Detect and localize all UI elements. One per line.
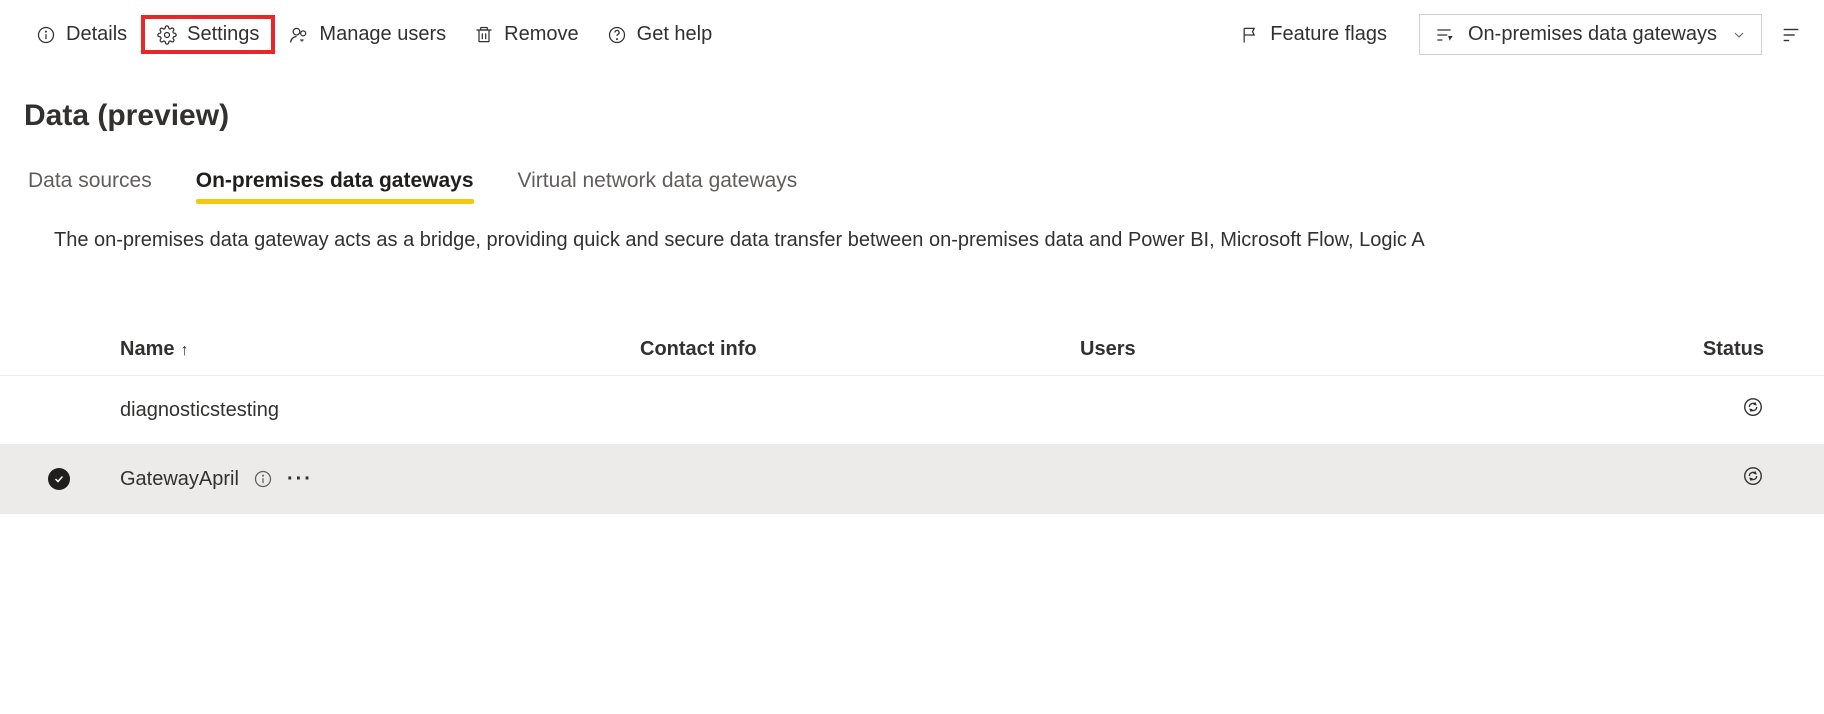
settings-button[interactable]: Settings	[141, 15, 275, 54]
remove-button[interactable]: Remove	[460, 17, 592, 52]
tab-description: The on-premises data gateway acts as a b…	[54, 229, 1824, 252]
row-selected-checkmark-icon[interactable]	[48, 468, 70, 490]
column-header-status[interactable]: Status	[1450, 338, 1824, 361]
gateways-table: Name↑ Contact info Users Status diagnost…	[0, 324, 1824, 514]
info-icon[interactable]	[253, 469, 273, 489]
gateway-name: diagnosticstesting	[120, 399, 279, 422]
flag-icon	[1240, 25, 1260, 45]
command-bar: Details Settings Manage users Remove Get…	[0, 0, 1824, 69]
view-selector[interactable]: On-premises data gateways	[1419, 14, 1762, 55]
sort-ascending-icon: ↑	[180, 342, 188, 359]
table-row[interactable]: diagnosticstesting	[0, 376, 1824, 445]
view-selector-label: On-premises data gateways	[1468, 23, 1717, 46]
tab-virtual-network-gateways[interactable]: Virtual network data gateways	[518, 169, 798, 203]
column-header-name[interactable]: Name↑	[120, 338, 640, 361]
command-bar-left: Details Settings Manage users Remove Get…	[22, 15, 726, 54]
manage-users-button[interactable]: Manage users	[275, 17, 460, 52]
page-title: Data (preview)	[24, 99, 1824, 133]
refresh-status-icon[interactable]	[1742, 465, 1764, 487]
more-actions-button[interactable]: ···	[287, 468, 313, 491]
command-bar-right: Feature flags On-premises data gateways	[1226, 14, 1802, 55]
gear-icon	[157, 25, 177, 45]
filter-list-icon	[1434, 25, 1454, 45]
tab-bar: Data sources On-premises data gateways V…	[28, 169, 1824, 203]
tab-on-premises-gateways[interactable]: On-premises data gateways	[196, 169, 474, 203]
gateway-name: GatewayApril	[120, 468, 239, 491]
feature-flags-button[interactable]: Feature flags	[1226, 17, 1401, 52]
people-icon	[289, 25, 309, 45]
details-label: Details	[66, 23, 127, 46]
get-help-button[interactable]: Get help	[593, 17, 727, 52]
get-help-label: Get help	[637, 23, 713, 46]
column-header-users[interactable]: Users	[1080, 338, 1450, 361]
details-button[interactable]: Details	[22, 17, 141, 52]
refresh-status-icon[interactable]	[1742, 396, 1764, 418]
column-header-contact[interactable]: Contact info	[640, 338, 1080, 361]
remove-label: Remove	[504, 23, 578, 46]
settings-label: Settings	[187, 23, 259, 46]
filter-icon[interactable]	[1780, 24, 1802, 46]
table-header-row: Name↑ Contact info Users Status	[0, 324, 1824, 376]
tab-data-sources[interactable]: Data sources	[28, 169, 152, 203]
manage-users-label: Manage users	[319, 23, 446, 46]
info-icon	[36, 25, 56, 45]
help-icon	[607, 25, 627, 45]
feature-flags-label: Feature flags	[1270, 23, 1387, 46]
table-row[interactable]: GatewayApril ···	[0, 445, 1824, 514]
chevron-down-icon	[1731, 27, 1747, 43]
trash-icon	[474, 25, 494, 45]
